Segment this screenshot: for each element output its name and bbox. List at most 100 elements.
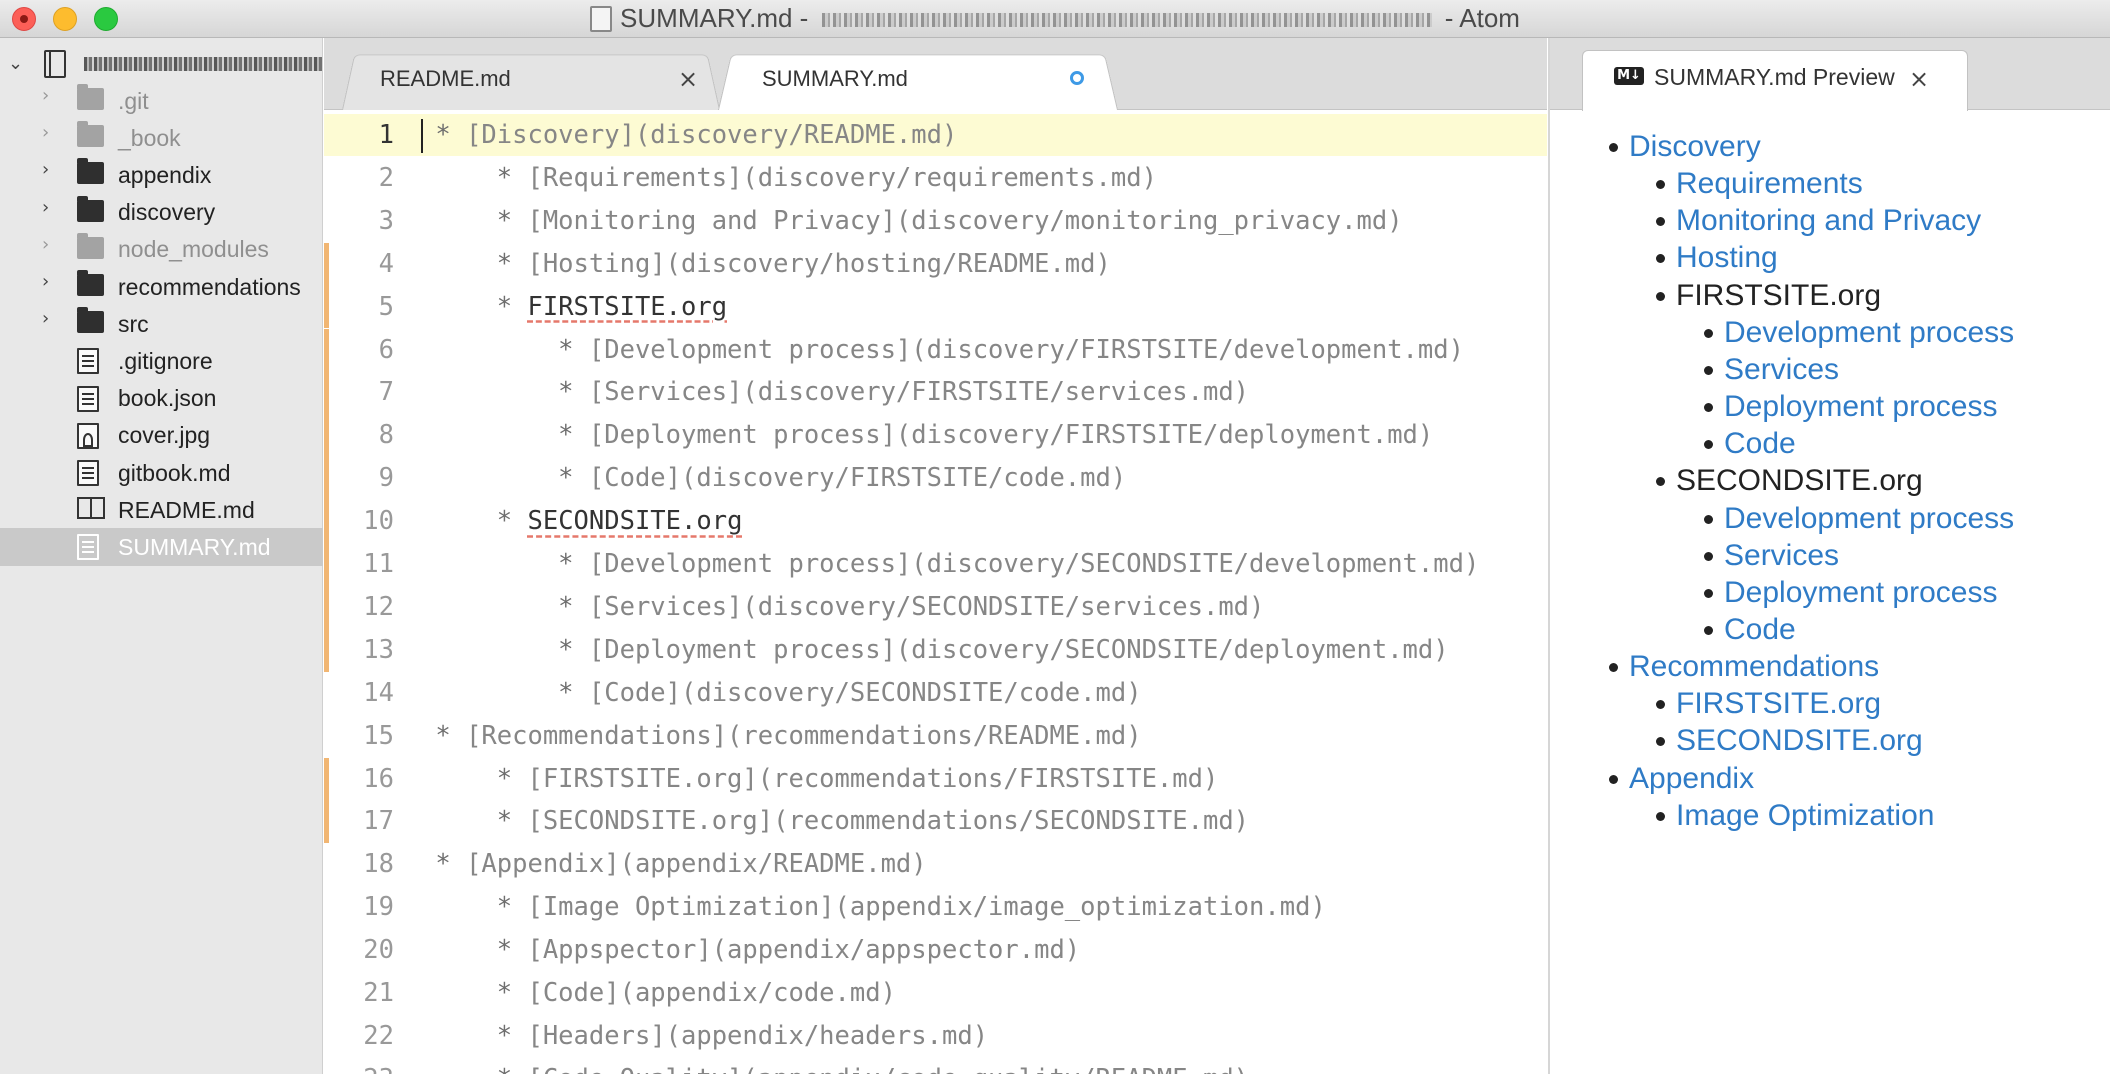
tree-item[interactable]: › src (0, 305, 323, 343)
list-bullet: * (558, 677, 574, 708)
modified-indicator-icon[interactable] (1070, 71, 1084, 85)
code-line[interactable]: * [Code](discovery/SECONDSITE/code.md) (420, 672, 1547, 714)
code-line[interactable]: * [Development process](discovery/FIRSTS… (420, 329, 1547, 371)
tree-root[interactable]: ⌄ (0, 38, 323, 88)
list-bullet (1656, 477, 1665, 487)
code-line[interactable]: * [Development process](discovery/SECOND… (420, 543, 1547, 585)
chevron-right-icon[interactable]: › (42, 234, 49, 255)
code-line[interactable]: * [FIRSTSITE.org](recommendations/FIRSTS… (420, 758, 1547, 800)
markdown-link-text: [Development process](discovery/FIRSTSIT… (573, 334, 1464, 365)
code-line[interactable]: * [Discovery](discovery/README.md) (420, 114, 1547, 156)
markdown-link-text: [Hosting](discovery/hosting/README.md) (512, 248, 1111, 279)
list-bullet: * (496, 205, 513, 236)
file-text-icon (77, 460, 99, 486)
markdown-link-text: [Code Quality](appendix/code_quality/REA… (512, 1064, 1249, 1074)
tree-item[interactable]: › .git (0, 82, 323, 120)
code-line[interactable]: * [Hosting](discovery/hosting/README.md) (420, 243, 1547, 285)
text-cursor (421, 119, 423, 153)
git-modified-marker (324, 414, 329, 458)
code-line[interactable]: * [Code](appendix/code.md) (420, 972, 1547, 1014)
list-bullet (1704, 440, 1713, 450)
code-line[interactable]: * [Headers](appendix/headers.md) (420, 1015, 1547, 1057)
list-bullet (1656, 811, 1665, 821)
code-line[interactable]: * [Services](discovery/SECONDSITE/servic… (420, 586, 1547, 628)
code-line[interactable]: * FIRSTSITE.org (420, 286, 1547, 328)
line-number: 16 (363, 763, 394, 794)
tree-item[interactable]: SUMMARY.md (0, 528, 323, 567)
chevron-right-icon[interactable]: › (42, 271, 49, 292)
tree-item[interactable]: › appendix (0, 156, 323, 194)
tab-label: README.md (380, 66, 511, 91)
tree-item[interactable]: gitbook.md (0, 454, 323, 492)
code-line[interactable]: * [Appspector](appendix/appspector.md) (420, 929, 1547, 971)
markdown-link-text: [Appendix](appendix/README.md) (450, 849, 927, 880)
markdown-link-text: [Code](discovery/SECONDSITE/code.md) (573, 677, 1142, 708)
tree-item-label: src (118, 310, 149, 337)
chevron-down-icon[interactable]: ⌄ (8, 53, 23, 74)
code-line[interactable]: * [Code Quality](appendix/code_quality/R… (420, 1058, 1547, 1074)
tree-item[interactable]: › node_modules (0, 231, 323, 269)
line-number: 14 (363, 677, 394, 708)
tree-item-label: recommendations (118, 273, 301, 300)
line-number: 12 (363, 591, 394, 622)
code-line[interactable]: * [Appendix](appendix/README.md) (420, 843, 1547, 885)
tree-item[interactable]: cover.jpg (0, 417, 323, 455)
chevron-right-icon[interactable]: › (42, 85, 49, 106)
line-number: 19 (363, 892, 394, 923)
list-bullet: * (558, 634, 574, 665)
plain-text: FIRSTSITE.org (527, 291, 728, 322)
list-bullet: * (558, 334, 574, 365)
tree-view[interactable]: ⌄ › .git › _book › appendix › discovery › node_mo… (0, 38, 323, 1074)
tree-item[interactable]: book.json (0, 380, 323, 418)
git-modified-marker (324, 757, 329, 801)
tree-item[interactable]: › _book (0, 119, 323, 157)
git-modified-marker (324, 628, 329, 672)
tree-item-label: .gitignore (118, 347, 213, 374)
list-bullet (1704, 514, 1713, 524)
code-line[interactable]: * [Requirements](discovery/requirements.… (420, 157, 1547, 199)
chevron-right-icon[interactable]: › (42, 159, 49, 180)
close-icon[interactable]: × (678, 65, 698, 93)
code-line[interactable]: * [Code](discovery/FIRSTSITE/code.md) (420, 457, 1547, 499)
git-modified-marker (324, 328, 329, 372)
tree-item[interactable]: › discovery (0, 194, 323, 232)
markdown-preview-pane[interactable]: M↓ SUMMARY.md Preview × Discovery Require… (1548, 38, 2110, 1074)
markdown-link-text: [Code](appendix/code.md) (512, 978, 896, 1008)
line-number: 1 (378, 120, 394, 150)
git-modified-marker (324, 543, 329, 586)
editor-pane[interactable]: README.md × SUMMARY.md 1 2 3 4 5 6 7 8 9 10 11 12 13 14… (324, 38, 1547, 1074)
line-number: 7 (378, 377, 394, 408)
tree-item-label: SUMMARY.md (118, 533, 271, 560)
line-number: 20 (363, 935, 394, 966)
code-line[interactable]: * [Recommendations](recommendations/READ… (420, 715, 1547, 757)
list-bullet: * (496, 1020, 513, 1051)
chevron-right-icon[interactable]: › (42, 197, 49, 218)
git-modified-marker (324, 457, 329, 501)
code-line[interactable]: * [SECONDSITE.org](recommendations/SECON… (420, 800, 1547, 842)
list-bullet: * (558, 420, 574, 451)
list-bullet (1704, 625, 1713, 635)
tree-item-label: discovery (118, 199, 216, 226)
chevron-right-icon[interactable]: › (42, 122, 49, 143)
code-line[interactable]: * [Services](discovery/FIRSTSITE/service… (420, 371, 1547, 413)
tree-item-label: book.json (118, 385, 217, 412)
code-line[interactable]: * [Monitoring and Privacy](discovery/mon… (420, 200, 1547, 242)
close-icon[interactable]: × (1909, 65, 1929, 93)
code-line[interactable]: * [Image Optimization](appendix/image_op… (420, 886, 1547, 928)
code-area[interactable]: * [Discovery](discovery/README.md) * [Re… (420, 111, 1547, 1074)
markdown-link-text: [Image Optimization](appendix/image_opti… (512, 892, 1326, 923)
list-bullet: * (558, 377, 574, 408)
file-text-icon (77, 385, 99, 412)
chevron-right-icon[interactable]: › (42, 308, 49, 329)
tree-item[interactable]: .gitignore (0, 342, 323, 380)
tree-item[interactable]: README.md (0, 491, 323, 529)
code-line[interactable]: * SECONDSITE.org (420, 500, 1547, 542)
git-modified-marker (324, 500, 329, 543)
list-bullet (1656, 217, 1665, 227)
tree-item[interactable]: › recommendations (0, 268, 323, 306)
code-line[interactable]: * [Deployment process](discovery/FIRSTSI… (420, 414, 1547, 456)
code-line[interactable]: * [Deployment process](discovery/SECONDS… (420, 629, 1547, 671)
preview-link[interactable]: Image Optimization (1676, 791, 1934, 841)
markdown-link-text: [SECONDSITE.org](recommendations/SECONDS… (512, 806, 1250, 837)
list-bullet (1609, 774, 1618, 784)
